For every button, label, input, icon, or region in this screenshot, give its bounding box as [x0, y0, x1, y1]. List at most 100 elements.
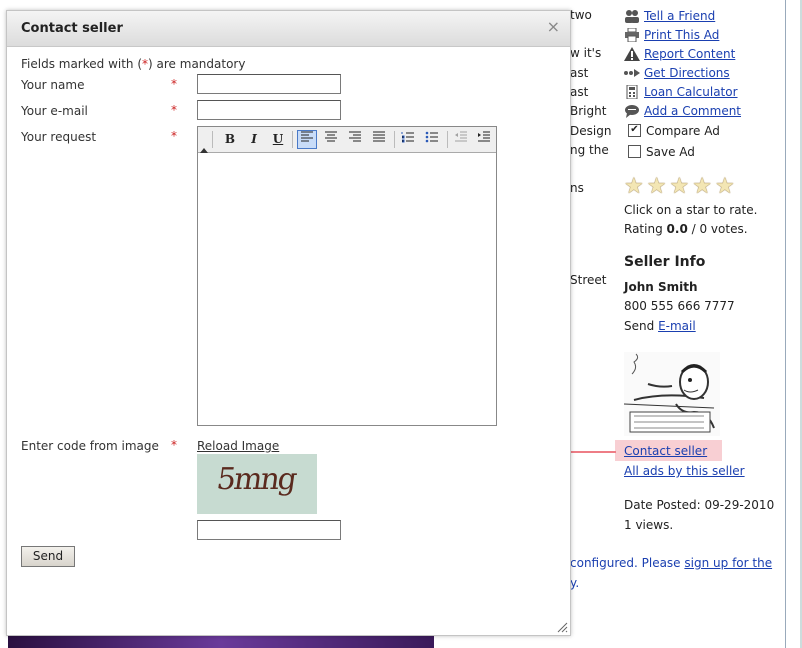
all-ads-item: All ads by this seller [624, 464, 745, 478]
ordered-list-button[interactable] [398, 130, 418, 149]
report-content-link[interactable]: Report Content [644, 47, 735, 61]
add-comment-item: Add a Comment [624, 101, 741, 120]
email-label: Your e-mail [21, 104, 88, 118]
add-comment-link[interactable]: Add a Comment [644, 104, 741, 118]
rating-summary: Rating 0.0 / 0 votes. [624, 222, 748, 236]
align-center-button[interactable] [321, 130, 341, 149]
ordered-list-icon [401, 132, 414, 143]
toolbar-separator [292, 131, 293, 148]
star-icon[interactable]: ★ [624, 176, 644, 198]
rating-prefix: Rating [624, 222, 663, 236]
star-icon[interactable]: ★ [669, 176, 689, 198]
dialog-title: Contact seller [21, 21, 123, 36]
compare-ad-item: ✔ Compare Ad [624, 121, 720, 140]
mandatory-suffix: ) are mandatory [148, 57, 246, 71]
seller-send-email: Send E-mail [624, 319, 696, 333]
bg-text-fragment: ast [570, 66, 589, 80]
italic-button[interactable]: I [244, 130, 264, 149]
required-mark: * [171, 103, 177, 117]
request-label: Your request [21, 130, 97, 144]
get-directions-link[interactable]: Get Directions [644, 66, 730, 80]
reload-image-link[interactable]: Reload Image [197, 439, 279, 453]
seller-name: John Smith [624, 280, 698, 294]
view-count: 1 views. [624, 518, 674, 532]
dialog-header: Contact seller × [7, 11, 570, 47]
print-ad-link[interactable]: Print This Ad [644, 28, 719, 42]
send-button[interactable]: Send [21, 546, 75, 567]
resize-handle-icon[interactable] [557, 622, 568, 633]
rating-value: 0.0 [666, 222, 688, 236]
printer-icon [624, 27, 640, 42]
tell-a-friend-item: Tell a Friend [624, 6, 715, 25]
name-input[interactable] [197, 74, 341, 94]
config-text: configured. Please [570, 556, 681, 570]
star-icon[interactable]: ★ [647, 176, 667, 198]
indent-button[interactable] [474, 130, 494, 149]
save-ad-label: Save Ad [646, 144, 695, 159]
rating-hint: Click on a star to rate. [624, 203, 758, 217]
all-ads-link[interactable]: All ads by this seller [624, 464, 745, 478]
bg-text-fragment: w it's [570, 46, 602, 60]
bg-text-fragment: ast [570, 85, 589, 99]
mandatory-prefix: Fields marked with ( [21, 57, 143, 71]
editor-toolbar: B I U [198, 127, 496, 153]
contact-seller-item: Contact seller [624, 444, 707, 458]
email-input[interactable] [197, 100, 341, 120]
page-border [785, 0, 786, 648]
date-posted: Date Posted: 09-29-2010 [624, 498, 775, 512]
bg-text-fragment: Design [570, 124, 612, 138]
signup-link[interactable]: sign up for the [684, 556, 772, 570]
outdent-button[interactable] [451, 130, 471, 149]
star-icon[interactable]: ★ [692, 176, 712, 198]
name-label: Your name [21, 78, 85, 92]
people-icon [624, 9, 640, 23]
captcha-input[interactable] [197, 520, 341, 540]
send-prefix: Send [624, 319, 655, 333]
close-icon[interactable]: × [547, 19, 560, 35]
align-center-icon [325, 131, 337, 142]
loan-calculator-item: Loan Calculator [624, 82, 738, 101]
toolbar-separator [394, 131, 395, 148]
justify-button[interactable] [369, 130, 389, 149]
comment-icon [624, 104, 640, 118]
warning-icon [624, 46, 640, 61]
print-ad-item: Print This Ad [624, 25, 719, 44]
calculator-icon [624, 84, 640, 99]
align-right-icon [349, 131, 361, 142]
bullet-list-button[interactable] [422, 130, 442, 149]
contact-seller-link[interactable]: Contact seller [624, 444, 707, 458]
config-notice: configured. Please sign up for the [570, 556, 772, 570]
rating-votes: / 0 votes. [691, 222, 748, 236]
star-icon[interactable]: ★ [715, 176, 735, 198]
save-ad-checkbox[interactable] [628, 145, 641, 158]
seller-email-link[interactable]: E-mail [658, 319, 696, 333]
request-textarea[interactable] [199, 154, 494, 423]
bg-text-fragment: Bright [570, 104, 607, 118]
bg-text-fragment: Street [570, 273, 607, 287]
underline-button[interactable]: U [268, 130, 288, 149]
request-editor: B I U [197, 126, 497, 426]
bullet-list-icon [425, 131, 438, 143]
tell-a-friend-link[interactable]: Tell a Friend [644, 9, 715, 23]
required-mark: * [171, 438, 177, 452]
align-left-icon [301, 131, 313, 142]
bold-button[interactable]: B [220, 130, 240, 149]
page-image-strip [8, 636, 434, 648]
captcha-text: 5mng [214, 462, 298, 497]
seller-info-heading: Seller Info [624, 254, 706, 270]
toolbar-separator [447, 131, 448, 148]
required-mark: * [171, 77, 177, 91]
seller-photo [623, 352, 720, 436]
align-right-button[interactable] [345, 130, 365, 149]
captcha-label: Enter code from image [21, 439, 159, 453]
directions-icon [624, 66, 640, 80]
get-directions-item: Get Directions [624, 63, 730, 82]
toolbar-collapse-icon[interactable] [198, 141, 210, 153]
justify-icon [373, 131, 385, 142]
loan-calculator-link[interactable]: Loan Calculator [644, 85, 738, 99]
seller-phone: 800 555 666 7777 [624, 299, 735, 313]
mandatory-note: Fields marked with (*) are mandatory [21, 57, 245, 71]
config-notice-end: y. [570, 576, 580, 590]
align-left-button[interactable] [297, 130, 317, 149]
compare-ad-checkbox[interactable]: ✔ [628, 124, 641, 137]
